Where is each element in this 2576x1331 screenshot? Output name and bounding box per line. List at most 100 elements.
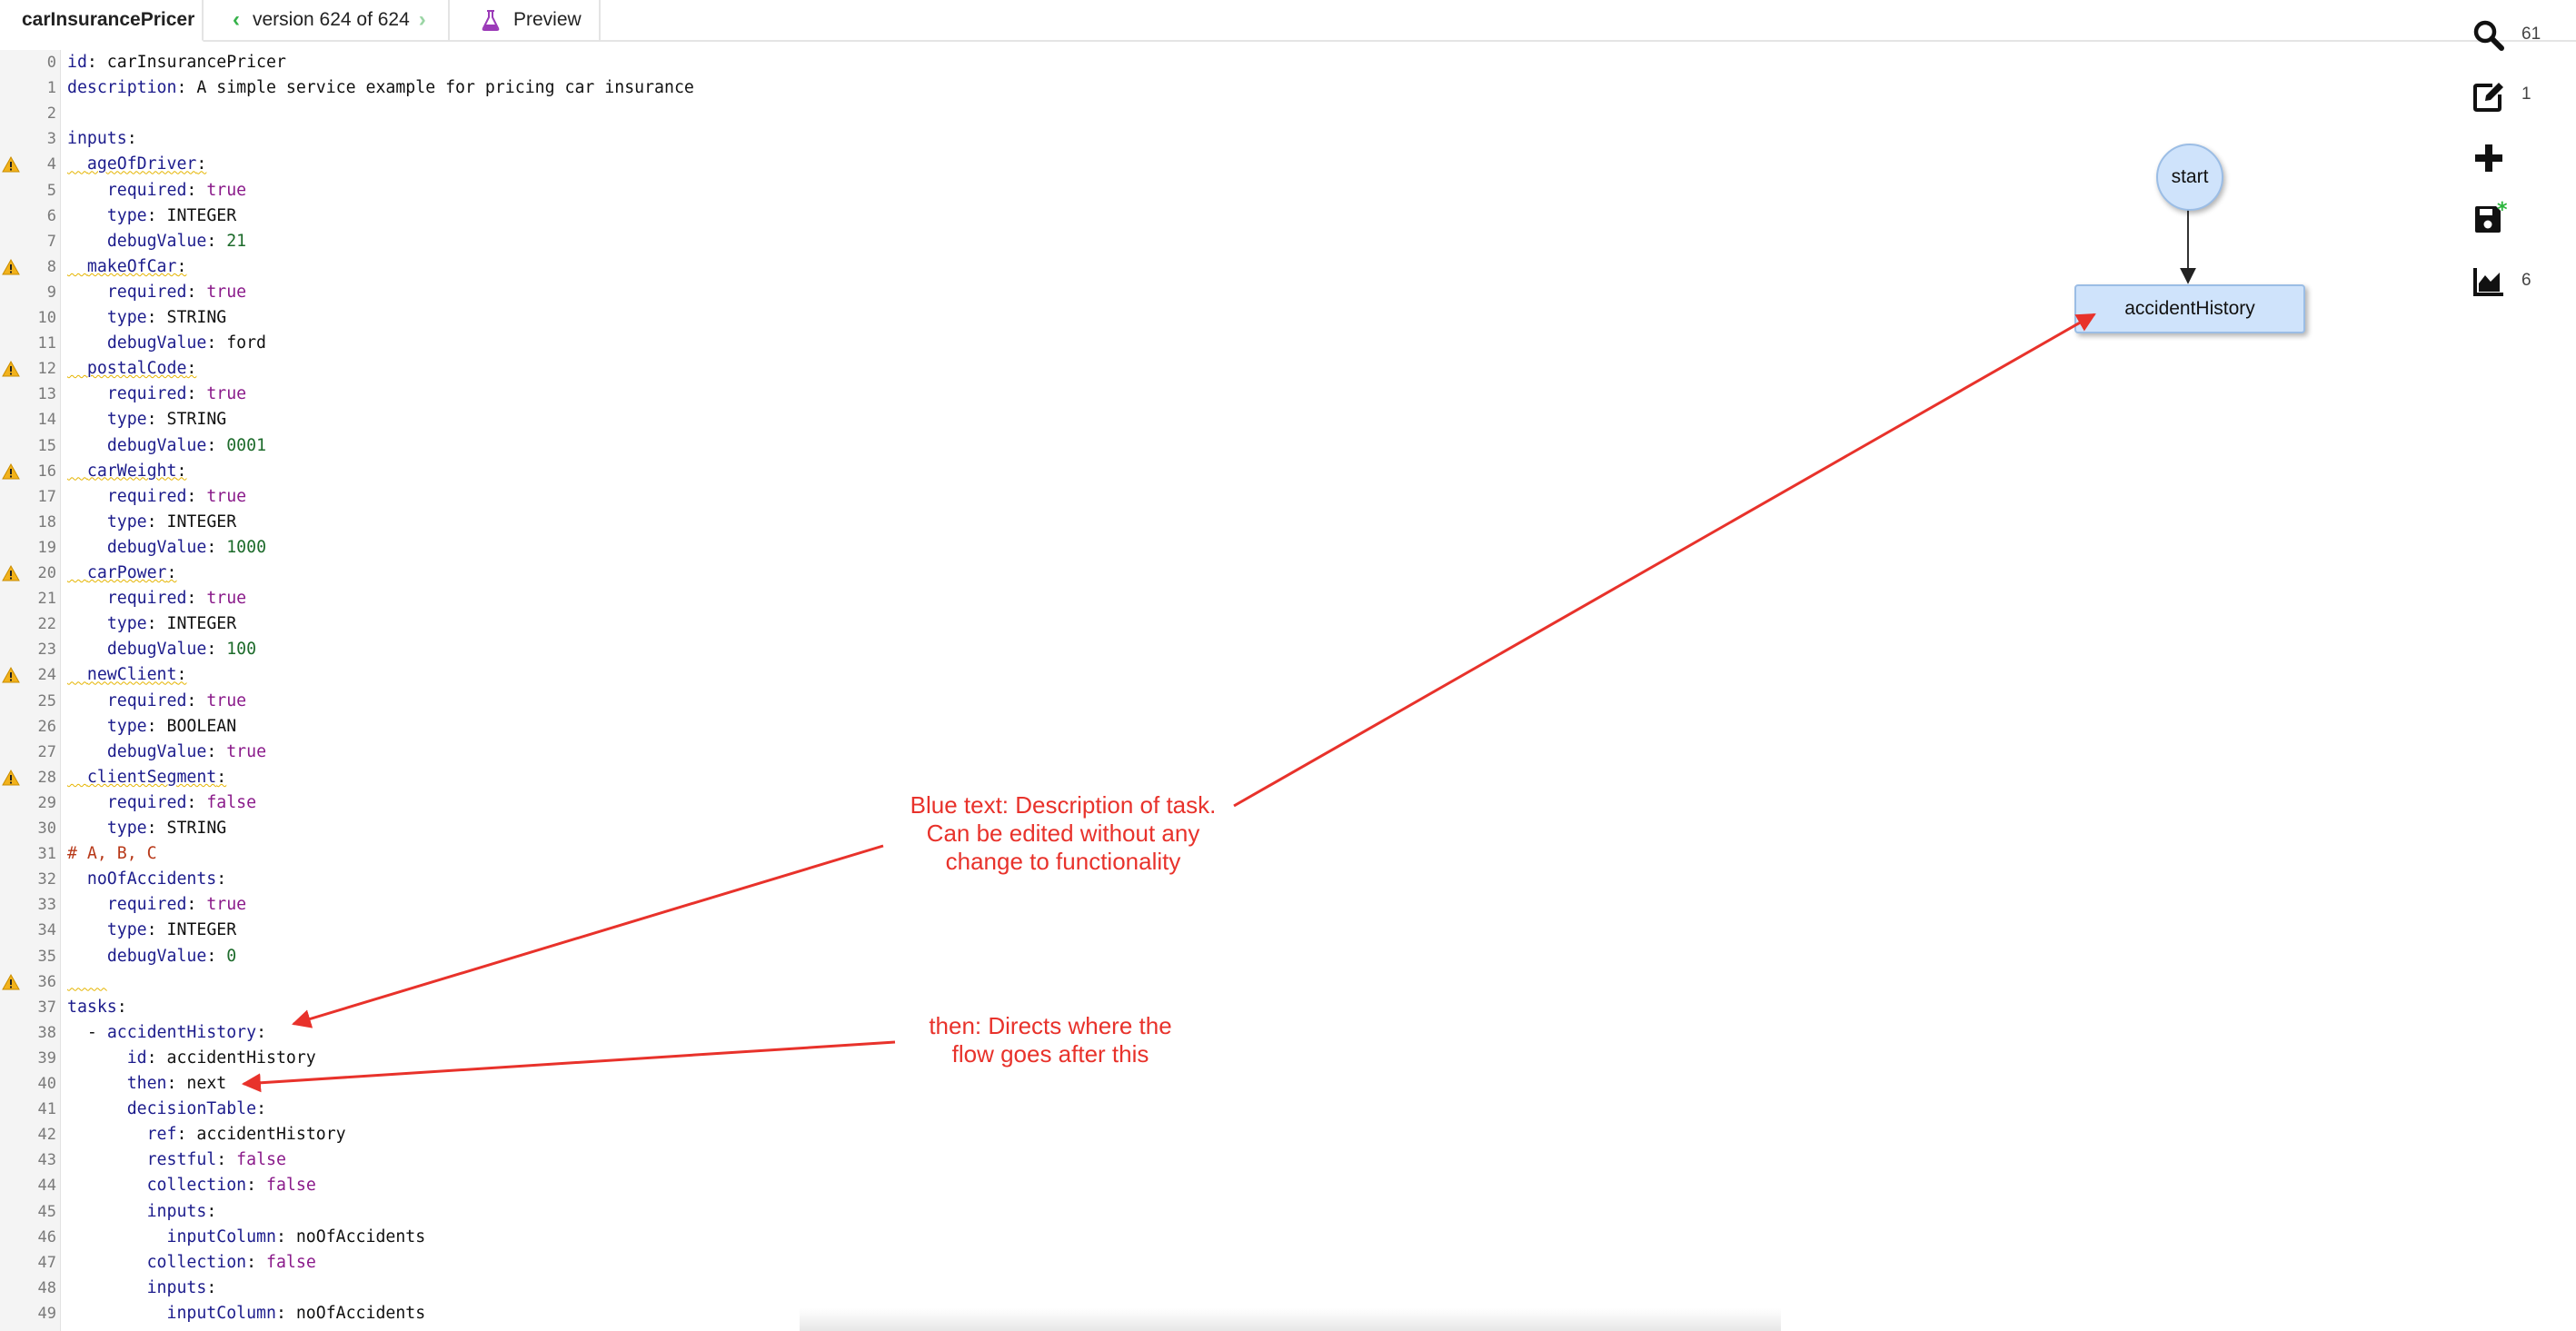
code-line[interactable]: 40 then: next bbox=[0, 1071, 909, 1097]
code-text: debugValue: 100 bbox=[67, 637, 256, 662]
code-line[interactable]: 25 required: true bbox=[0, 689, 909, 714]
tab-preview[interactable]: Preview bbox=[450, 0, 601, 40]
code-line[interactable]: 26 type: BOOLEAN bbox=[0, 714, 909, 740]
code-line[interactable]: 20 carPower: bbox=[0, 561, 909, 586]
code-text: required: true bbox=[67, 892, 246, 918]
code-line[interactable]: 38 - accidentHistory: bbox=[0, 1020, 909, 1046]
code-line[interactable]: 19 debugValue: 1000 bbox=[0, 535, 909, 561]
line-number: 14 bbox=[37, 411, 56, 430]
line-number: 3 bbox=[46, 130, 56, 149]
code-line[interactable]: 49 inputColumn: noOfAccidents bbox=[0, 1301, 909, 1326]
warning-icon[interactable] bbox=[2, 667, 20, 683]
code-line[interactable]: 46 inputColumn: noOfAccidents bbox=[0, 1225, 909, 1250]
save-icon[interactable]: * bbox=[2471, 201, 2507, 237]
tab-service-name[interactable]: carInsurancePricer bbox=[0, 0, 204, 42]
code-line[interactable]: 42 ref: accidentHistory bbox=[0, 1122, 909, 1147]
code-line[interactable]: 10 type: STRING bbox=[0, 305, 909, 331]
chevron-left-icon[interactable]: ‹ bbox=[233, 7, 240, 33]
code-line[interactable]: 8 makeOfCar: bbox=[0, 254, 909, 280]
code-line[interactable]: 5 required: true bbox=[0, 178, 909, 204]
code-line[interactable]: 43 restful: false bbox=[0, 1147, 909, 1173]
warning-icon[interactable] bbox=[2, 565, 20, 581]
code-token: type bbox=[106, 512, 147, 531]
code-line[interactable]: 45 inputs: bbox=[0, 1199, 909, 1225]
code-line[interactable]: 37 tasks: bbox=[0, 995, 909, 1020]
code-line[interactable]: 47 collection: false bbox=[0, 1250, 909, 1276]
code-line[interactable]: 28 clientSegment: bbox=[0, 765, 909, 790]
area-chart-icon[interactable] bbox=[2471, 263, 2507, 300]
code-line[interactable]: 18 type: INTEGER bbox=[0, 510, 909, 535]
yaml-code-editor[interactable]: 0 id: carInsurancePricer 1 description: A s… bbox=[0, 50, 909, 1331]
code-line[interactable]: 14 type: STRING bbox=[0, 407, 909, 432]
line-number: 21 bbox=[37, 590, 56, 609]
start-node-label: start bbox=[2171, 166, 2209, 187]
line-number: 33 bbox=[37, 896, 56, 915]
code-line[interactable]: 4 ageOfDriver: bbox=[0, 152, 909, 177]
start-node[interactable]: start bbox=[2156, 144, 2223, 211]
code-line[interactable]: 24 newClient: bbox=[0, 662, 909, 688]
code-line[interactable]: 3 inputs: bbox=[0, 126, 909, 152]
code-text: - accidentHistory: bbox=[67, 1020, 266, 1046]
warning-icon[interactable] bbox=[2, 361, 20, 377]
annotation-note1-line2: Can be edited without any bbox=[926, 819, 1200, 847]
code-line[interactable]: 21 required: true bbox=[0, 586, 909, 611]
code-line[interactable]: 41 decisionTable: bbox=[0, 1097, 909, 1122]
warning-icon[interactable] bbox=[2, 462, 20, 480]
code-line[interactable]: 16 carWeight: bbox=[0, 459, 909, 484]
code-token: inputColumn bbox=[166, 1227, 276, 1247]
preview-label: Preview bbox=[513, 9, 582, 30]
code-line[interactable]: 30 type: STRING bbox=[0, 816, 909, 841]
code-line[interactable]: 48 inputs: bbox=[0, 1276, 909, 1301]
code-line[interactable]: 11 debugValue: ford bbox=[0, 331, 909, 356]
warning-icon[interactable] bbox=[2, 769, 20, 786]
code-line[interactable]: 36 bbox=[0, 969, 909, 995]
code-line[interactable]: 29 required: false bbox=[0, 790, 909, 816]
search-icon[interactable] bbox=[2471, 17, 2507, 54]
code-text: type: STRING bbox=[67, 305, 226, 331]
code-token: debugValue bbox=[106, 231, 207, 251]
code-line[interactable]: 17 required: true bbox=[0, 484, 909, 510]
code-line[interactable]: 33 required: true bbox=[0, 892, 909, 918]
code-line[interactable]: 0 id: carInsurancePricer bbox=[0, 50, 909, 75]
line-number: 7 bbox=[46, 232, 56, 251]
code-line[interactable]: 7 debugValue: 21 bbox=[0, 229, 909, 254]
code-line[interactable]: 12 postalCode: bbox=[0, 356, 909, 382]
line-number: 10 bbox=[37, 309, 56, 327]
code-line[interactable]: 1 description: A simple service example f… bbox=[0, 75, 909, 101]
code-line[interactable]: 9 required: true bbox=[0, 280, 909, 305]
task-node-accident-history[interactable]: accidentHistory bbox=[2074, 284, 2305, 333]
code-text: id: carInsurancePricer bbox=[67, 50, 286, 75]
code-line[interactable]: 6 type: INTEGER bbox=[0, 204, 909, 229]
code-token: postalCode bbox=[86, 359, 187, 379]
code-line[interactable]: 44 collection: false bbox=[0, 1173, 909, 1198]
code-token: accidentHistory bbox=[106, 1022, 257, 1042]
code-text: inputs: bbox=[67, 1276, 217, 1301]
code-text: required: true bbox=[67, 484, 246, 510]
code-line[interactable]: 27 debugValue: true bbox=[0, 740, 909, 765]
code-line[interactable]: 15 debugValue: 0001 bbox=[0, 433, 909, 459]
warning-icon[interactable] bbox=[2, 973, 20, 990]
warning-icon[interactable] bbox=[2, 156, 20, 173]
code-line[interactable]: 35 debugValue: 0 bbox=[0, 944, 909, 969]
warning-icon[interactable] bbox=[2, 258, 20, 275]
code-line[interactable]: 23 debugValue: 100 bbox=[0, 637, 909, 662]
chevron-right-icon[interactable]: › bbox=[419, 7, 426, 33]
code-text: type: INTEGER bbox=[67, 510, 236, 535]
edit-icon[interactable] bbox=[2471, 78, 2507, 114]
code-line[interactable]: 32 noOfAccidents: bbox=[0, 867, 909, 892]
line-number: 47 bbox=[37, 1253, 56, 1272]
chart-count: 6 bbox=[2521, 271, 2531, 290]
code-line[interactable]: 2 bbox=[0, 101, 909, 126]
code-line[interactable]: 13 required: true bbox=[0, 382, 909, 407]
code-line[interactable]: 31 # A, B, C bbox=[0, 841, 909, 867]
code-line[interactable]: 22 type: INTEGER bbox=[0, 611, 909, 637]
line-number: 41 bbox=[37, 1100, 56, 1119]
code-token: : bbox=[116, 997, 127, 1017]
code-line[interactable]: 39 id: accidentHistory bbox=[0, 1046, 909, 1071]
add-icon[interactable] bbox=[2471, 140, 2507, 176]
code-line[interactable]: 34 type: INTEGER bbox=[0, 918, 909, 943]
